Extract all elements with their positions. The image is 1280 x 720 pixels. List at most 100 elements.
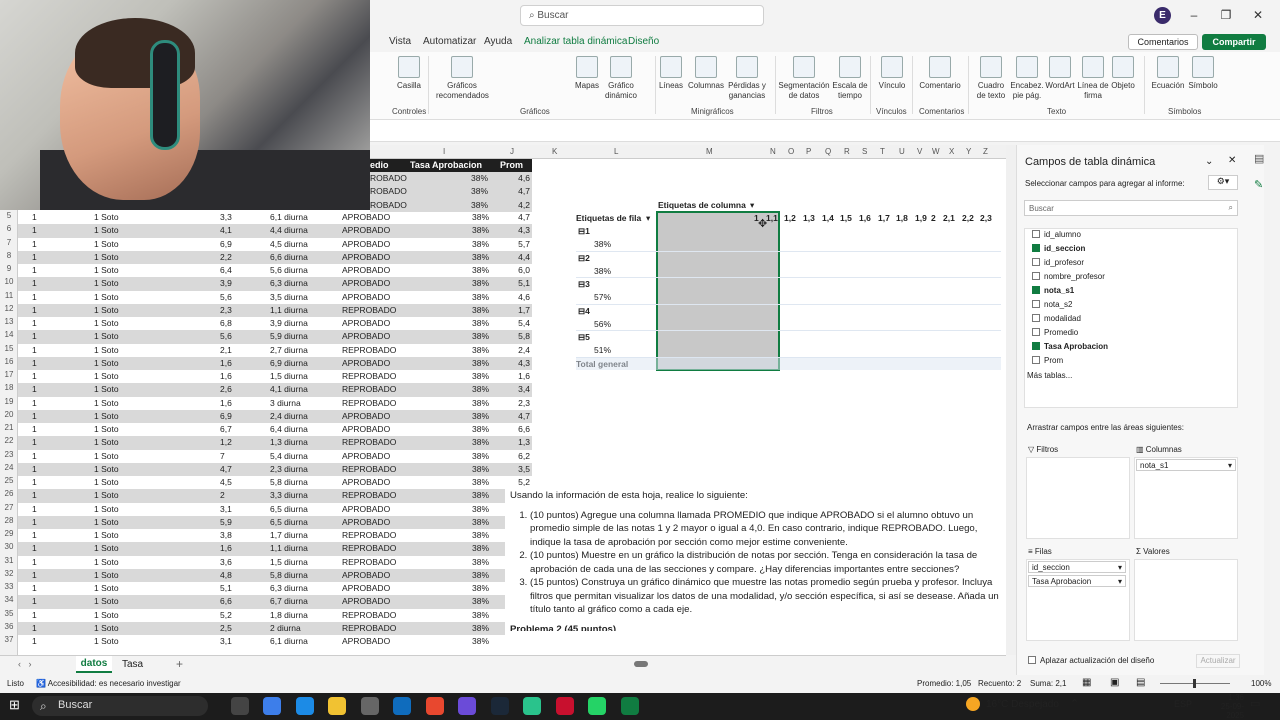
page-break-icon[interactable]: ▤	[1136, 677, 1145, 688]
table-row[interactable]: 1 1 Soto 6,6 6,7 diurna APROBADO 38%	[18, 595, 532, 609]
update-button[interactable]: Actualizar	[1196, 654, 1240, 668]
app-icon[interactable]	[556, 697, 574, 715]
pivot-col-value[interactable]: 1,4	[822, 213, 834, 223]
column-header[interactable]: N	[770, 147, 776, 156]
tab-analizar[interactable]: Analizar tabla dinámica	[524, 36, 627, 47]
explorer-icon[interactable]	[328, 697, 346, 715]
zoom-slider-thumb[interactable]	[1193, 679, 1196, 688]
share-button[interactable]: Compartir	[1202, 34, 1266, 50]
search-box[interactable]: ⌕ Buscar	[520, 5, 764, 26]
field-checkbox[interactable]	[1032, 258, 1040, 266]
prev-sheet-icon[interactable]: ‹ ›	[18, 659, 32, 669]
page-layout-icon[interactable]: ▣	[1110, 677, 1119, 688]
pivot-col-value[interactable]: 2,3	[980, 213, 992, 223]
column-header[interactable]: X	[949, 147, 954, 156]
tray-chevron-icon[interactable]: ⌃	[1070, 697, 1079, 710]
row-number[interactable]: 34	[0, 595, 18, 604]
table-row[interactable]: 1 1 Soto 1,6 1,1 diurna REPROBADO 38%	[18, 542, 532, 556]
field-search-input[interactable]: Buscar ⌕	[1024, 200, 1238, 216]
whatsapp-icon[interactable]	[588, 697, 606, 715]
tab-datos[interactable]: datos	[76, 656, 112, 673]
notifications-icon[interactable]: ▭	[1250, 697, 1260, 710]
field-item[interactable]: nota_s1	[1032, 286, 1074, 295]
row-number[interactable]: 32	[0, 569, 18, 578]
pivot-col-value[interactable]: 1,1	[766, 213, 778, 223]
values-area[interactable]	[1134, 559, 1238, 641]
edge-icon[interactable]	[296, 697, 314, 715]
brave-icon[interactable]	[426, 697, 444, 715]
row-number[interactable]: 8	[0, 251, 18, 260]
ribbon-button[interactable]: Símbolo	[1185, 56, 1221, 91]
table-row[interactable]: 1 1 Soto 2,6 4,1 diurna REPROBADO 38% 3,4	[18, 383, 532, 397]
table-row[interactable]: 1 1 Soto 5,6 5,9 diurna APROBADO 38% 5,8	[18, 330, 532, 344]
column-header[interactable]: O	[788, 147, 794, 156]
pivot-col-value[interactable]: 2	[931, 213, 936, 223]
filters-area[interactable]	[1026, 457, 1130, 539]
steam-icon[interactable]	[491, 697, 509, 715]
weather-icon[interactable]	[966, 697, 980, 711]
column-header[interactable]: U	[899, 147, 905, 156]
table-row[interactable]: 1 1 Soto 2 3,3 diurna REPROBADO 38%	[18, 489, 532, 503]
table-row[interactable]: 1 1 Soto 5,6 3,5 diurna APROBADO 38% 4,6	[18, 291, 532, 304]
brush-icon[interactable]: ✎	[1254, 178, 1263, 191]
clock[interactable]: 1:36 25-09-2025	[1204, 693, 1244, 720]
row-number[interactable]: 27	[0, 503, 18, 512]
ribbon-button[interactable]: Columnas	[684, 56, 728, 91]
row-number[interactable]: 17	[0, 370, 18, 379]
language-indicator[interactable]: ESP	[1174, 699, 1192, 709]
row-number[interactable]: 14	[0, 330, 18, 339]
row-number[interactable]: 37	[0, 635, 18, 644]
pivot-col-value[interactable]: 1,6	[859, 213, 871, 223]
table-row[interactable]: 1 1 Soto 3,3 6,1 diurna APROBADO 38% 4,7	[18, 211, 532, 224]
row-number[interactable]: 6	[0, 224, 18, 233]
row-number[interactable]: 24	[0, 463, 18, 472]
column-header[interactable]: Q	[825, 147, 831, 156]
row-number[interactable]: 21	[0, 423, 18, 432]
field-checkbox[interactable]	[1032, 286, 1040, 294]
pivot-col-value[interactable]: 1,7	[878, 213, 890, 223]
field-item[interactable]: Promedio	[1032, 328, 1078, 337]
row-number[interactable]: 36	[0, 622, 18, 631]
table-row[interactable]: 1 1 Soto 4,8 5,8 diurna APROBADO 38%	[18, 568, 532, 582]
field-checkbox[interactable]	[1032, 328, 1040, 336]
column-header[interactable]: K	[552, 147, 557, 156]
row-number[interactable]: 22	[0, 436, 18, 445]
table-row[interactable]: 1 1 Soto 4,7 2,3 diurna REPROBADO 38% 3,5	[18, 462, 532, 476]
pivot-row-label[interactable]: Etiquetas de fila	[576, 213, 641, 223]
outlook-icon[interactable]	[393, 697, 411, 715]
table-row[interactable]: 1 1 Soto 5,1 6,3 diurna APROBADO 38%	[18, 582, 532, 595]
gear-icon[interactable]: ⚙▾	[1208, 175, 1238, 190]
row-number[interactable]: 16	[0, 357, 18, 366]
column-header[interactable]: P	[806, 147, 811, 156]
ribbon-button[interactable]: Objeto	[1106, 56, 1140, 91]
taskbar-search[interactable]: Buscar	[32, 696, 208, 716]
avatar[interactable]: E	[1154, 7, 1171, 24]
column-header[interactable]: R	[844, 147, 850, 156]
table-row[interactable]: 1 1 Soto 3,6 1,5 diurna REPROBADO 38%	[18, 556, 532, 569]
defer-update-checkbox[interactable]: Aplazar actualización del diseño	[1028, 656, 1154, 665]
close-pane-icon[interactable]: ✕	[1228, 155, 1236, 166]
table-row[interactable]: ROBADO 38% 4,2	[370, 198, 532, 212]
tab-ayuda[interactable]: Ayuda	[484, 36, 512, 47]
table-row[interactable]: 1 1 Soto 4,1 4,4 diurna APROBADO 38% 4,3	[18, 224, 532, 238]
field-item[interactable]: Tasa Aprobacion	[1032, 342, 1108, 351]
accessibility-status[interactable]: ♿ Accesibilidad: es necesario investigar	[36, 679, 181, 688]
pivot-selection[interactable]	[656, 211, 780, 371]
field-checkbox[interactable]	[1032, 300, 1040, 308]
copilot-icon[interactable]	[263, 697, 281, 715]
row-chip[interactable]: Tasa Aprobacion ▾	[1028, 575, 1126, 587]
field-item[interactable]: id_seccion	[1032, 244, 1085, 253]
row-number[interactable]: 31	[0, 556, 18, 565]
column-header[interactable]: T	[880, 147, 885, 156]
row-number[interactable]: 19	[0, 397, 18, 406]
table-row[interactable]: 1 1 Soto 5,9 6,5 diurna APROBADO 38%	[18, 515, 532, 529]
pivot-col-value[interactable]: 1,3	[803, 213, 815, 223]
row-number[interactable]: 33	[0, 582, 18, 591]
table-row[interactable]: 1 1 Soto 6,9 4,5 diurna APROBADO 38% 5,7	[18, 238, 532, 251]
column-chip[interactable]: nota_s1 ▾	[1136, 459, 1236, 471]
row-number[interactable]: 13	[0, 317, 18, 326]
column-header[interactable]: S	[862, 147, 867, 156]
excel-icon[interactable]	[621, 697, 639, 715]
row-number[interactable]: 12	[0, 304, 18, 313]
minimize-icon[interactable]: –	[1182, 8, 1206, 22]
